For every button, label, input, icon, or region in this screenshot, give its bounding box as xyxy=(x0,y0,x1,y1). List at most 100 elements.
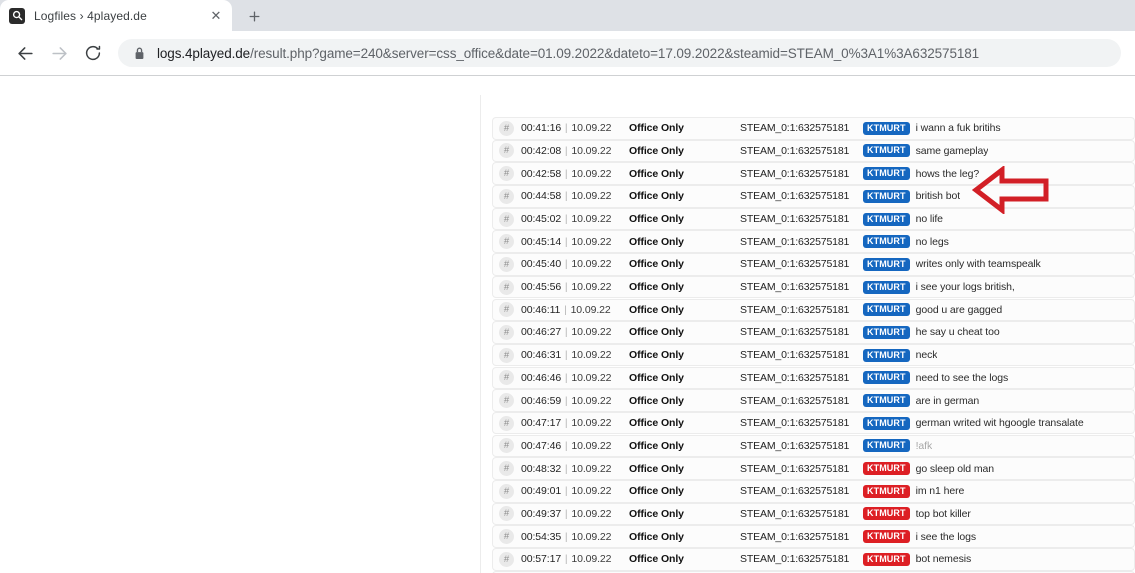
player-nick-badge[interactable]: KTMURT xyxy=(863,507,910,521)
table-row[interactable]: #00:45:14 | 10.09.22 Office Only STEAM_0:1… xyxy=(492,230,1135,253)
cell-time-separator: | xyxy=(562,485,571,498)
cell-map: Office Only xyxy=(629,190,684,203)
cell-time-value: 00:47:17 xyxy=(521,417,562,430)
table-row[interactable]: #00:44:58 | 10.09.22 Office Only STEAM_0:1… xyxy=(492,185,1135,208)
cell-map: Office Only xyxy=(629,349,684,362)
browser-tab-logfiles[interactable]: Logfiles › 4played.de ✕ xyxy=(0,0,232,31)
table-row[interactable]: #00:47:17 | 10.09.22 Office Only STEAM_0:1… xyxy=(492,411,1135,435)
player-nick-badge[interactable]: KTMURT xyxy=(863,484,910,498)
cell-steamid: STEAM_0:1:632575181 xyxy=(740,258,850,271)
browser-toolbar: logs.4played.de/result.php?game=240&serv… xyxy=(0,31,1135,76)
cell-message: KTMURT he say u cheat too xyxy=(862,325,1134,339)
hash-icon: # xyxy=(499,211,514,227)
player-nick-badge[interactable]: KTMURT xyxy=(863,144,910,158)
player-nick-badge[interactable]: KTMURT xyxy=(863,348,910,362)
url-host: logs.4played.de xyxy=(157,45,251,61)
cell-date-value: 10.09.22 xyxy=(571,213,612,225)
cell-time-separator: | xyxy=(562,462,571,475)
table-row[interactable]: #00:45:56 | 10.09.22 Office Only STEAM_0:1… xyxy=(492,275,1135,299)
cell-date-value: 10.09.22 xyxy=(571,235,612,248)
table-row[interactable]: #00:46:59 | 10.09.22 Office Only STEAM_0:1… xyxy=(492,389,1135,412)
cell-steamid: STEAM_0:1:632575181 xyxy=(740,530,850,543)
cell-timestamp: 00:45:56 | 10.09.22 xyxy=(521,281,629,293)
reload-button[interactable] xyxy=(78,38,108,68)
cell-timestamp: 00:47:46 | 10.09.22 xyxy=(521,440,629,452)
back-button[interactable] xyxy=(10,38,40,68)
cell-date-value: 10.09.22 xyxy=(571,530,612,543)
player-nick-badge[interactable]: KTMURT xyxy=(863,280,910,294)
cell-timestamp: 00:45:14 | 10.09.22 xyxy=(521,236,629,248)
cell-timestamp: 00:54:35 | 10.09.22 xyxy=(521,531,629,543)
page-viewport: #00:41:16 | 10.09.22 Office Only STEAM_0:1… xyxy=(0,77,1135,573)
hash-icon: # xyxy=(499,461,514,477)
cell-map: Office Only xyxy=(629,281,684,294)
cell-steamid: STEAM_0:1:632575181 xyxy=(740,394,850,407)
table-row[interactable]: #00:49:01 | 10.09.22 Office Only STEAM_0:1… xyxy=(492,480,1135,503)
table-row[interactable]: #00:46:27 | 10.09.22 Office Only STEAM_0:1… xyxy=(492,321,1135,344)
chat-message-text: im n1 here xyxy=(915,485,965,498)
player-nick-badge[interactable]: KTMURT xyxy=(863,530,910,544)
cell-timestamp: 00:49:37 | 10.09.22 xyxy=(521,508,629,520)
player-nick-badge[interactable]: KTMURT xyxy=(863,325,910,339)
cell-date-value: 10.09.22 xyxy=(571,258,612,271)
chat-message-text: top bot killer xyxy=(915,507,971,520)
cell-message: KTMURT i wann a fuk britihs xyxy=(862,121,1134,135)
cell-steamid: STEAM_0:1:632575181 xyxy=(740,167,850,180)
cell-time-separator: | xyxy=(562,417,571,430)
player-nick-badge[interactable]: KTMURT xyxy=(863,235,910,249)
cell-message: KTMURT german writed wit hgoogle transala… xyxy=(862,416,1134,430)
forward-button[interactable] xyxy=(44,38,74,68)
table-row[interactable]: #00:42:58 | 10.09.22 Office Only STEAM_0:1… xyxy=(492,162,1135,185)
cell-time-value: 00:45:02 xyxy=(521,213,562,225)
player-nick-badge[interactable]: KTMURT xyxy=(863,552,910,566)
player-nick-badge[interactable]: KTMURT xyxy=(863,462,910,476)
close-icon[interactable]: ✕ xyxy=(208,8,224,24)
address-bar-url: logs.4played.de/result.php?game=240&serv… xyxy=(157,46,979,61)
new-tab-button[interactable] xyxy=(240,2,268,30)
table-row[interactable]: #00:45:40 | 10.09.22 Office Only STEAM_0:1… xyxy=(492,253,1135,276)
cell-time-separator: | xyxy=(562,507,571,520)
cell-map: Office Only xyxy=(629,485,684,498)
player-nick-badge[interactable]: KTMURT xyxy=(863,303,910,317)
cell-date-value: 10.09.22 xyxy=(571,349,612,362)
hash-icon: # xyxy=(499,279,514,295)
cell-map: Office Only xyxy=(629,122,684,135)
table-row[interactable]: #00:49:37 | 10.09.22 Office Only STEAM_0:1… xyxy=(492,502,1135,526)
table-row[interactable]: #00:46:46 | 10.09.22 Office Only STEAM_0:1… xyxy=(492,366,1135,390)
table-row[interactable]: #00:42:08 | 10.09.22 Office Only STEAM_0:1… xyxy=(492,139,1135,163)
table-row[interactable]: #00:45:02 | 10.09.22 Office Only STEAM_0:1… xyxy=(492,207,1135,231)
player-nick-badge[interactable]: KTMURT xyxy=(863,189,910,203)
cell-time-value: 00:45:56 xyxy=(521,281,562,294)
cell-message: KTMURT good u are gagged xyxy=(862,303,1134,317)
player-nick-badge[interactable]: KTMURT xyxy=(863,416,910,430)
chat-message-text: same gameplay xyxy=(915,144,989,157)
cell-timestamp: 00:46:27 | 10.09.22 xyxy=(521,326,629,338)
cell-date-value: 10.09.22 xyxy=(571,507,612,520)
chat-message-text: i wann a fuk britihs xyxy=(915,122,1001,135)
player-nick-badge[interactable]: KTMURT xyxy=(863,257,910,271)
chat-message-text: hows the leg? xyxy=(915,167,980,180)
player-nick-badge[interactable]: KTMURT xyxy=(863,371,910,385)
cell-date-value: 10.09.22 xyxy=(571,439,612,452)
player-nick-badge[interactable]: KTMURT xyxy=(863,394,910,407)
cell-time-separator: | xyxy=(562,394,571,407)
chat-message-text: writes only with teamspealk xyxy=(915,258,1041,271)
table-row[interactable]: #00:46:31 | 10.09.22 Office Only STEAM_0:1… xyxy=(492,343,1135,367)
hash-icon: # xyxy=(499,166,514,182)
cell-time-value: 00:41:16 xyxy=(521,122,562,135)
table-row[interactable]: #00:47:46 | 10.09.22 Office Only STEAM_0:1… xyxy=(492,434,1135,458)
table-row[interactable]: #00:48:32 | 10.09.22 Office Only STEAM_0:1… xyxy=(492,457,1135,480)
address-bar[interactable]: logs.4played.de/result.php?game=240&serv… xyxy=(118,39,1121,67)
table-row[interactable]: #00:41:16 | 10.09.22 Office Only STEAM_0:1… xyxy=(492,117,1135,140)
player-nick-badge[interactable]: KTMURT xyxy=(863,121,910,135)
table-row[interactable]: #00:46:11 | 10.09.22 Office Only STEAM_0:1… xyxy=(492,298,1135,321)
player-nick-badge[interactable]: KTMURT xyxy=(863,439,910,453)
cell-time-separator: | xyxy=(562,213,571,225)
table-row[interactable]: #00:54:35 | 10.09.22 Office Only STEAM_0:1… xyxy=(492,525,1135,548)
cell-steamid: STEAM_0:1:632575181 xyxy=(740,303,850,316)
cell-message: KTMURT go sleep old man xyxy=(862,462,1134,476)
cell-steamid: STEAM_0:1:632575181 xyxy=(740,507,850,520)
table-row[interactable]: #00:57:17 | 10.09.22 Office Only STEAM_0:1… xyxy=(492,548,1135,571)
player-nick-badge[interactable]: KTMURT xyxy=(863,167,910,181)
player-nick-badge[interactable]: KTMURT xyxy=(863,212,910,226)
